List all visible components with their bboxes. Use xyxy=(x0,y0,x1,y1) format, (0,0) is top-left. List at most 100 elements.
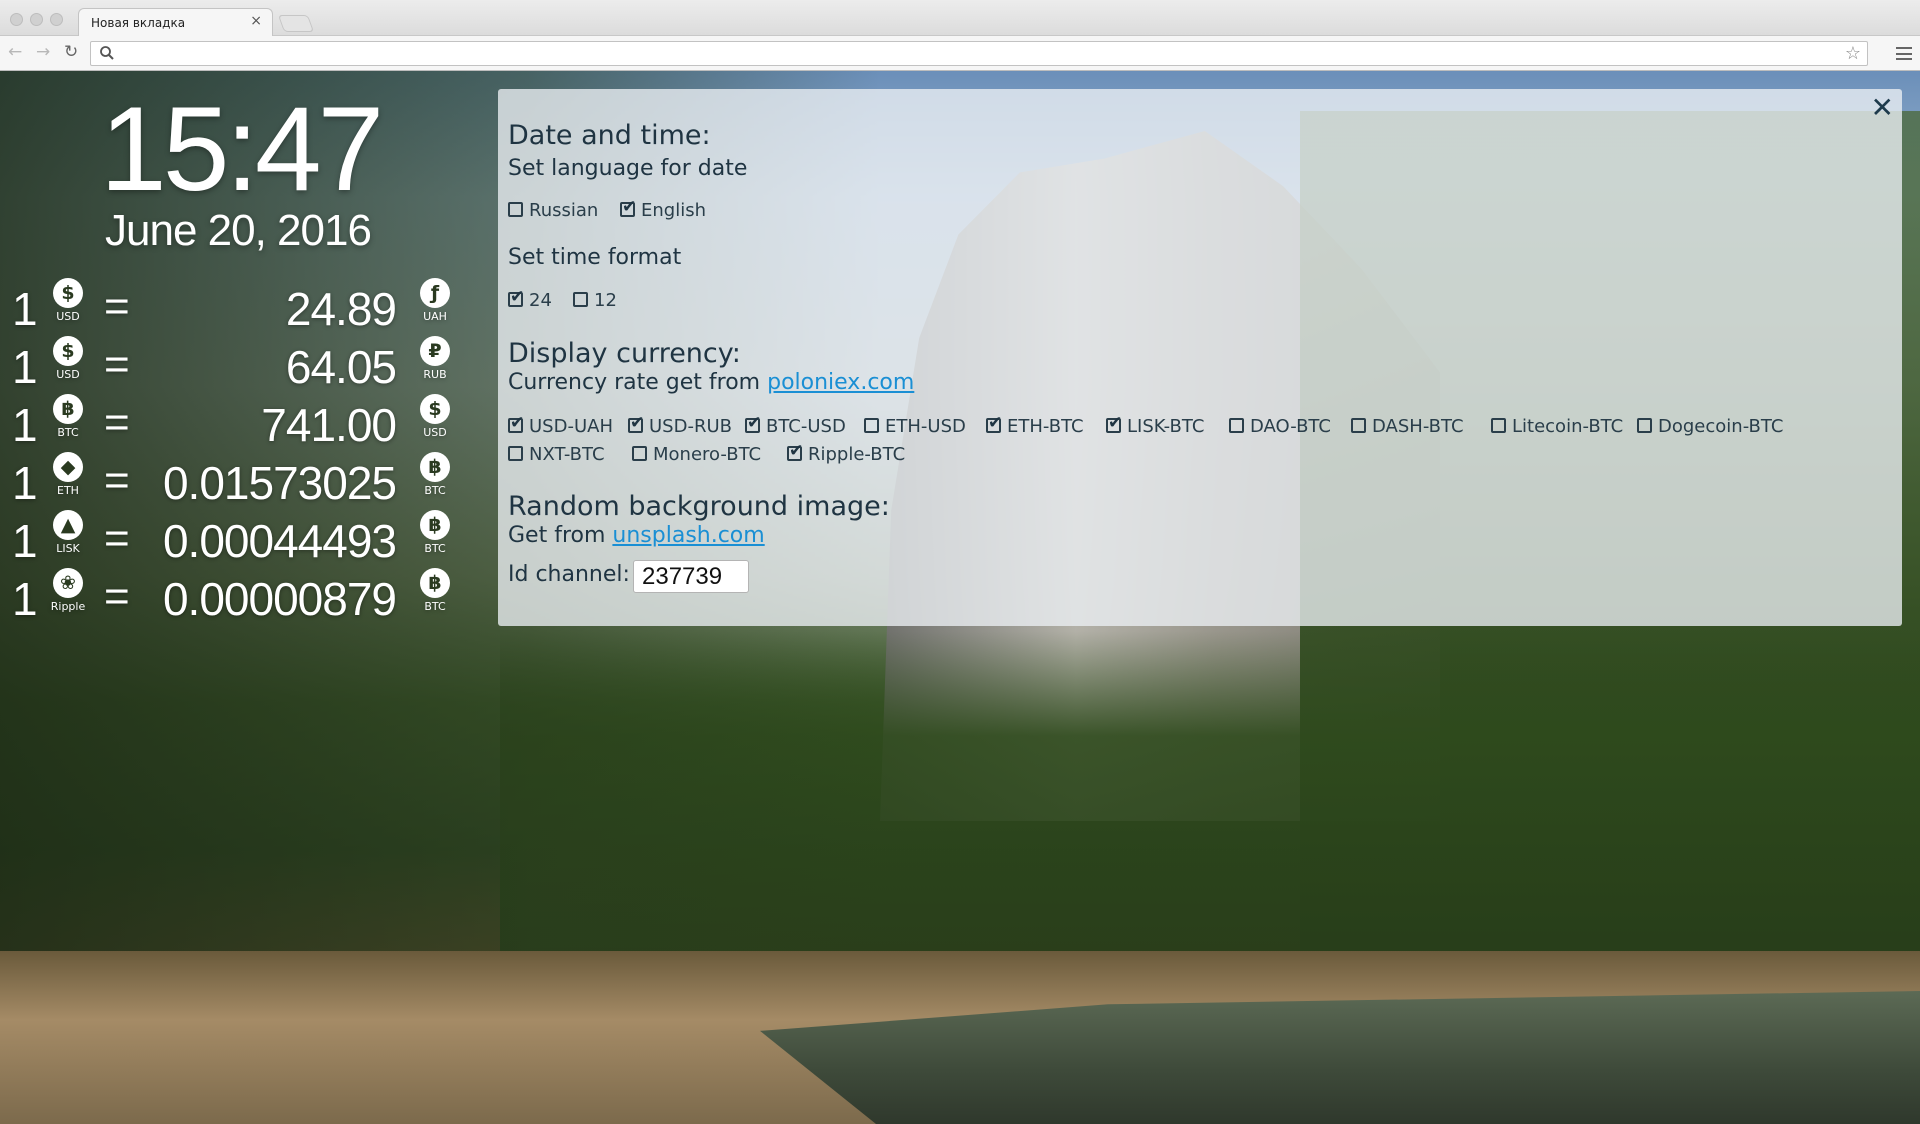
browser-titlebar: Новая вкладка × xyxy=(0,0,1920,37)
currency-option[interactable]: USD-RUB xyxy=(628,413,732,437)
back-arrow-icon[interactable]: ← xyxy=(8,42,22,62)
bookmark-star-icon[interactable]: ☆ xyxy=(1845,43,1861,64)
poloniex-link[interactable]: poloniex.com xyxy=(767,370,914,395)
checkbox[interactable] xyxy=(628,413,644,433)
currency-source-text: Currency rate get from xyxy=(508,370,768,395)
clock-time: 15:47 xyxy=(100,82,384,216)
rate-row: 1 ❀ Ripple = 0.00000879 ฿ BTC xyxy=(0,568,470,628)
checkbox[interactable] xyxy=(508,202,523,217)
dollar-icon: $ USD xyxy=(415,394,455,439)
browser-menu-icon[interactable] xyxy=(1896,47,1912,60)
currency-option[interactable]: NXT-BTC xyxy=(508,444,605,465)
currency-option[interactable]: Ripple-BTC xyxy=(787,441,906,465)
currency-label: USD-UAH xyxy=(529,416,613,437)
checkbox[interactable] xyxy=(1229,418,1244,433)
currency-option[interactable]: DAO-BTC xyxy=(1229,416,1331,437)
currency-label: NXT-BTC xyxy=(529,444,605,465)
bitcoin-icon: ฿ BTC xyxy=(415,452,455,497)
rate-amount: 1 xyxy=(12,515,38,567)
time-format-heading: Set time format xyxy=(508,245,682,270)
currency-code: BTC xyxy=(424,542,446,555)
checkbox[interactable] xyxy=(508,287,524,307)
ripple-icon: ❀ Ripple xyxy=(48,568,88,613)
clock-date: June 20, 2016 xyxy=(105,206,372,255)
rate-row: 1 ◆ ETH = 0.01573025 ฿ BTC xyxy=(0,452,470,512)
window-zoom-dot[interactable] xyxy=(50,13,63,26)
language-option[interactable]: Russian xyxy=(508,200,598,221)
currency-option[interactable]: Monero-BTC xyxy=(632,444,761,465)
checkbox[interactable] xyxy=(508,446,523,461)
time-format-option[interactable]: 12 xyxy=(573,290,617,311)
time-format-option[interactable]: 24 xyxy=(508,287,552,311)
checkbox[interactable] xyxy=(864,418,879,433)
checkbox[interactable] xyxy=(1351,418,1366,433)
checkbox[interactable] xyxy=(1637,418,1652,433)
rate-amount: 1 xyxy=(12,573,38,625)
bitcoin-icon: ฿ BTC xyxy=(415,568,455,613)
rate-equals-sign: = xyxy=(104,340,130,389)
checkbox[interactable] xyxy=(620,197,636,217)
tab-title: Новая вкладка xyxy=(91,16,186,30)
currency-label: Dogecoin-BTC xyxy=(1658,416,1784,437)
rate-row: 1 ▲ LISK = 0.00044493 ฿ BTC xyxy=(0,510,470,570)
currency-code: USD xyxy=(56,368,80,381)
currency-option[interactable]: ETH-BTC xyxy=(986,413,1084,437)
time-format-label: 12 xyxy=(594,290,617,311)
currency-label: BTC-USD xyxy=(766,416,846,437)
checkbox[interactable] xyxy=(787,441,803,461)
rate-value: 0.00044493 xyxy=(162,515,397,567)
close-settings-icon[interactable]: ✕ xyxy=(1871,93,1894,123)
currency-label: DAO-BTC xyxy=(1250,416,1331,437)
language-label: English xyxy=(641,200,706,221)
rate-value: 0.00000879 xyxy=(162,573,397,625)
currency-option[interactable]: DASH-BTC xyxy=(1351,416,1464,437)
checkbox[interactable] xyxy=(632,446,647,461)
window-close-dot[interactable] xyxy=(10,13,23,26)
settings-panel: ✕ Date and time: Set language for date S… xyxy=(498,89,1902,626)
currency-option[interactable]: Litecoin-BTC xyxy=(1491,416,1623,437)
unsplash-link[interactable]: unsplash.com xyxy=(612,523,764,548)
rate-equals-sign: = xyxy=(104,572,130,621)
currency-option[interactable]: Dogecoin-BTC xyxy=(1637,416,1783,437)
tab-close-icon[interactable]: × xyxy=(250,13,262,29)
new-tab-button[interactable] xyxy=(277,15,315,32)
id-channel-input[interactable]: 237739 xyxy=(633,560,749,593)
bitcoin-icon: ฿ BTC xyxy=(48,394,88,439)
currency-option[interactable]: BTC-USD xyxy=(745,413,846,437)
rate-amount: 1 xyxy=(12,399,38,451)
forward-arrow-icon[interactable]: → xyxy=(36,42,50,62)
currency-option[interactable]: ETH-USD xyxy=(864,416,966,437)
rate-row: 1 $ USD = 24.89 ƒ UAH xyxy=(0,278,470,338)
currency-option[interactable]: USD-UAH xyxy=(508,413,613,437)
rate-value: 64.05 xyxy=(285,341,397,393)
currency-label: Ripple-BTC xyxy=(808,444,906,465)
address-bar[interactable]: ☆ xyxy=(90,41,1868,66)
currency-option[interactable]: LISK-BTC xyxy=(1106,413,1204,437)
lisk-icon: ▲ LISK xyxy=(48,510,88,555)
browser-tab[interactable]: Новая вкладка × xyxy=(78,8,273,37)
id-channel-label: Id channel: xyxy=(508,562,630,587)
window-minimize-dot[interactable] xyxy=(30,13,43,26)
rate-equals-sign: = xyxy=(104,514,130,563)
language-option[interactable]: English xyxy=(620,197,706,221)
checkbox[interactable] xyxy=(508,413,524,433)
checkbox[interactable] xyxy=(573,292,588,307)
checkbox[interactable] xyxy=(1106,413,1122,433)
currency-code: ETH xyxy=(57,484,79,497)
rate-equals-sign: = xyxy=(104,456,130,505)
checkbox[interactable] xyxy=(1491,418,1506,433)
currency-heading: Display currency: xyxy=(508,338,741,369)
currency-label: Litecoin-BTC xyxy=(1512,416,1624,437)
search-icon xyxy=(100,46,114,60)
currency-label: DASH-BTC xyxy=(1372,416,1464,437)
rate-amount: 1 xyxy=(12,341,38,393)
currency-code: USD xyxy=(423,426,447,439)
checkbox[interactable] xyxy=(745,413,761,433)
currency-label: USD-RUB xyxy=(649,416,732,437)
reload-icon[interactable]: ↻ xyxy=(64,42,78,62)
language-label: Russian xyxy=(529,200,599,221)
rate-value: 24.89 xyxy=(285,283,397,335)
checkbox[interactable] xyxy=(986,413,1002,433)
time-format-label: 24 xyxy=(529,290,552,311)
hryvnia-icon: ƒ UAH xyxy=(415,278,455,323)
